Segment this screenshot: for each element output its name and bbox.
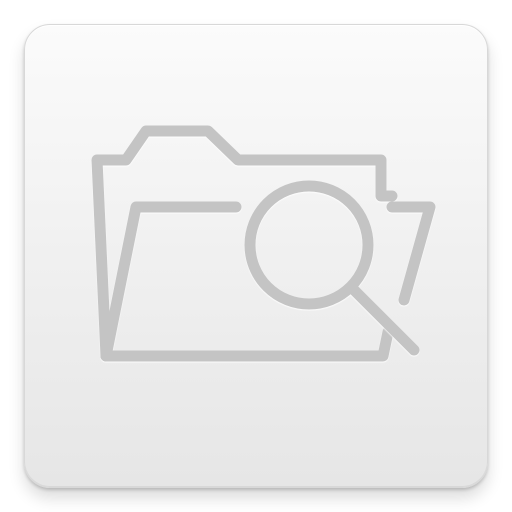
folder-search-icon	[91, 125, 436, 362]
